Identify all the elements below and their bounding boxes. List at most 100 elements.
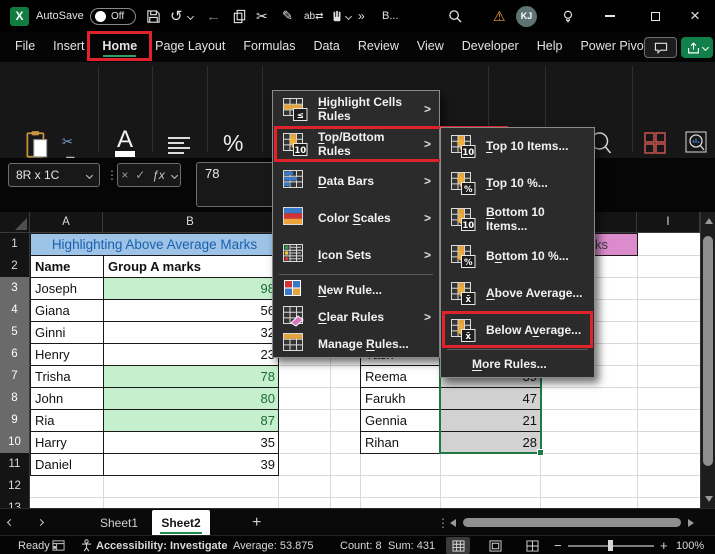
tab-help[interactable]: Help [528, 33, 572, 61]
undo-dropdown-icon[interactable] [186, 0, 195, 32]
name-box[interactable]: 8R x 1C [8, 163, 100, 187]
row-header-7[interactable]: 7 [0, 365, 30, 388]
vertical-scrollbar[interactable] [700, 212, 715, 508]
menu-item-data-bars[interactable]: Data Bars > [273, 162, 439, 199]
avatar[interactable]: KJ [516, 0, 537, 32]
left-table-header-name[interactable]: Name [30, 255, 104, 278]
touch-mode-icon[interactable] [330, 0, 344, 32]
cell-mark[interactable]: 87 [103, 409, 279, 432]
cell-name[interactable]: Gennia [360, 409, 441, 432]
tab-data[interactable]: Data [304, 33, 348, 61]
column-header-B[interactable]: B [103, 212, 278, 233]
cell-name[interactable]: Ria [30, 409, 104, 432]
sheet-tab-sheet2[interactable]: Sheet2 [152, 510, 210, 536]
cell-name[interactable]: Farukh [360, 387, 441, 410]
row-header-5[interactable]: 5 [0, 321, 30, 344]
menu-item-new-rule[interactable]: New Rule... [273, 276, 439, 303]
formula-input[interactable]: 78 [196, 162, 282, 207]
cell-name[interactable]: John [30, 387, 104, 410]
left-table-title[interactable]: Highlighting Above Average Marks [30, 233, 279, 256]
zoom-in-button[interactable]: + [660, 536, 668, 554]
normal-view-button[interactable] [446, 537, 470, 554]
menu-item-color-scales[interactable]: Color Scales > [273, 199, 439, 236]
cell-mark[interactable]: 35 [103, 431, 279, 454]
share-button[interactable] [681, 37, 713, 58]
row-header-13[interactable]: 13 [0, 497, 30, 508]
zoom-level[interactable]: 100% [676, 536, 704, 554]
scroll-down-icon[interactable] [705, 496, 713, 502]
lightbulb-icon[interactable] [561, 0, 575, 32]
column-header-A[interactable]: A [30, 212, 103, 233]
tab-file[interactable]: File [6, 33, 44, 61]
zoom-slider-thumb[interactable] [608, 540, 613, 551]
cell-mark[interactable]: 23 [103, 343, 279, 366]
copy-icon[interactable] [232, 0, 247, 32]
left-table-header-marks[interactable]: Group A marks [103, 255, 279, 278]
pen-icon[interactable]: ✎ [282, 0, 293, 32]
tab-page-layout[interactable]: Page Layout [146, 33, 234, 61]
cut-button[interactable]: ✂ [62, 134, 73, 150]
cell-name[interactable]: Joseph [30, 277, 104, 300]
new-sheet-button[interactable]: + [240, 509, 273, 536]
cell-name[interactable]: Giana [30, 299, 104, 322]
row-header-1[interactable]: 1 [0, 233, 30, 256]
save-icon[interactable] [146, 0, 161, 32]
row-header-3[interactable]: 3 [0, 277, 30, 300]
cell-mark[interactable]: 80 [103, 387, 279, 410]
menu-item-manage-rules[interactable]: Manage Rules... [273, 330, 439, 357]
menu-item-bottom-10[interactable]: % Bottom 10 %... [441, 237, 594, 274]
fill-handle[interactable] [537, 449, 544, 456]
autosave-toggle[interactable]: Off [90, 0, 136, 32]
row-header-10[interactable]: 10 [0, 431, 30, 454]
row-header-6[interactable]: 6 [0, 343, 30, 366]
cell-name[interactable]: Henry [30, 343, 104, 366]
tab-home[interactable]: Home [87, 31, 153, 61]
tab-review[interactable]: Review [349, 33, 408, 61]
cell-name[interactable]: Ginni [30, 321, 104, 344]
maximize-button[interactable] [648, 0, 662, 32]
menu-item-more-rules[interactable]: More Rules... [441, 351, 594, 377]
row-header-2[interactable]: 2 [0, 255, 30, 278]
cell-name[interactable]: Reema [360, 365, 441, 388]
touch-mode-dropdown-icon[interactable] [344, 0, 353, 32]
zoom-out-button[interactable]: − [554, 536, 562, 554]
menu-item-icon-sets[interactable]: Icon Sets > [273, 236, 439, 273]
cancel-entry-icon[interactable]: × [121, 168, 128, 182]
cell-mark[interactable]: 32 [103, 321, 279, 344]
menu-item-highlight-cells-rules[interactable]: ≤ Highlight Cells Rules > [273, 91, 439, 126]
row-header-12[interactable]: 12 [0, 475, 30, 498]
cell-mark[interactable]: 39 [103, 453, 279, 476]
vertical-scroll-thumb[interactable] [703, 236, 713, 466]
cell-name[interactable]: Trisha [30, 365, 104, 388]
qat-overflow-icon[interactable]: » [358, 0, 365, 32]
comments-button[interactable] [644, 37, 677, 58]
warning-icon[interactable]: ⚠ [493, 0, 506, 32]
cell-mark[interactable]: 78 [103, 365, 279, 388]
cell-name[interactable]: Harry [30, 431, 104, 454]
cell-mark[interactable]: 98 [103, 277, 279, 300]
search-icon[interactable] [448, 0, 463, 32]
close-button[interactable]: × [690, 0, 700, 32]
row-header-9[interactable]: 9 [0, 409, 30, 432]
insert-function-icon[interactable]: ƒx [152, 168, 165, 182]
tab-insert[interactable]: Insert [44, 33, 93, 61]
select-all-corner[interactable] [0, 212, 30, 233]
cell-name[interactable]: Daniel [30, 453, 104, 476]
page-break-view-button[interactable] [520, 537, 544, 554]
cell-name[interactable]: Rihan [360, 431, 441, 454]
status-accessibility[interactable]: Accessibility: Investigate [96, 536, 227, 554]
excel-logo-icon[interactable]: X [10, 0, 29, 32]
scroll-up-icon[interactable] [705, 218, 713, 224]
cut-scissors-icon[interactable]: ✂ [256, 0, 268, 32]
row-header-8[interactable]: 8 [0, 387, 30, 410]
cell-mark[interactable]: 56 [103, 299, 279, 322]
accessibility-icon[interactable] [80, 536, 93, 554]
column-header-I[interactable]: I [637, 212, 700, 233]
horizontal-scroll-thumb[interactable] [463, 518, 681, 527]
prev-sheet-icon[interactable] [6, 509, 15, 536]
tab-developer[interactable]: Developer [453, 33, 528, 61]
menu-item-top-10[interactable]: % Top 10 %... [441, 164, 594, 201]
minimize-button[interactable] [603, 0, 617, 32]
back-arrow-icon[interactable]: ← [206, 0, 221, 32]
cell-mark-selected[interactable]: 28 [440, 431, 541, 454]
